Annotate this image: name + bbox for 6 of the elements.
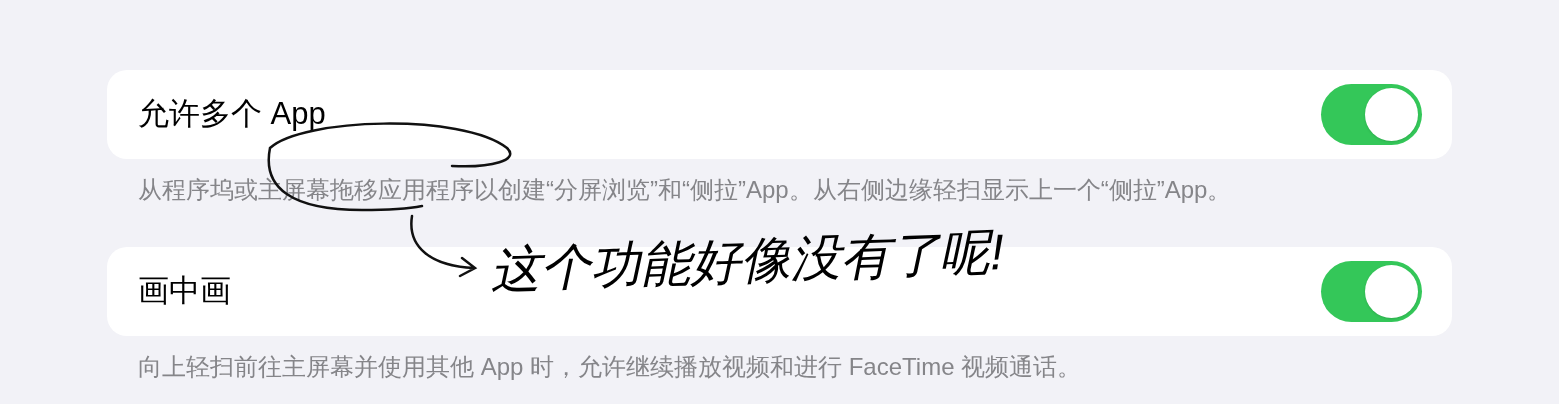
setting-description: 向上轻扫前往主屏幕并使用其他 App 时，允许继续播放视频和进行 FaceTime 视频通话。 [137,352,1083,382]
setting-label: 允许多个 App [138,95,326,134]
handwritten-note: 这个功能好像没有了呢! [489,227,1005,295]
toggle-switch[interactable] [1321,261,1422,322]
toggle-switch[interactable] [1321,84,1422,145]
setting-label: 画中画 [138,272,231,311]
